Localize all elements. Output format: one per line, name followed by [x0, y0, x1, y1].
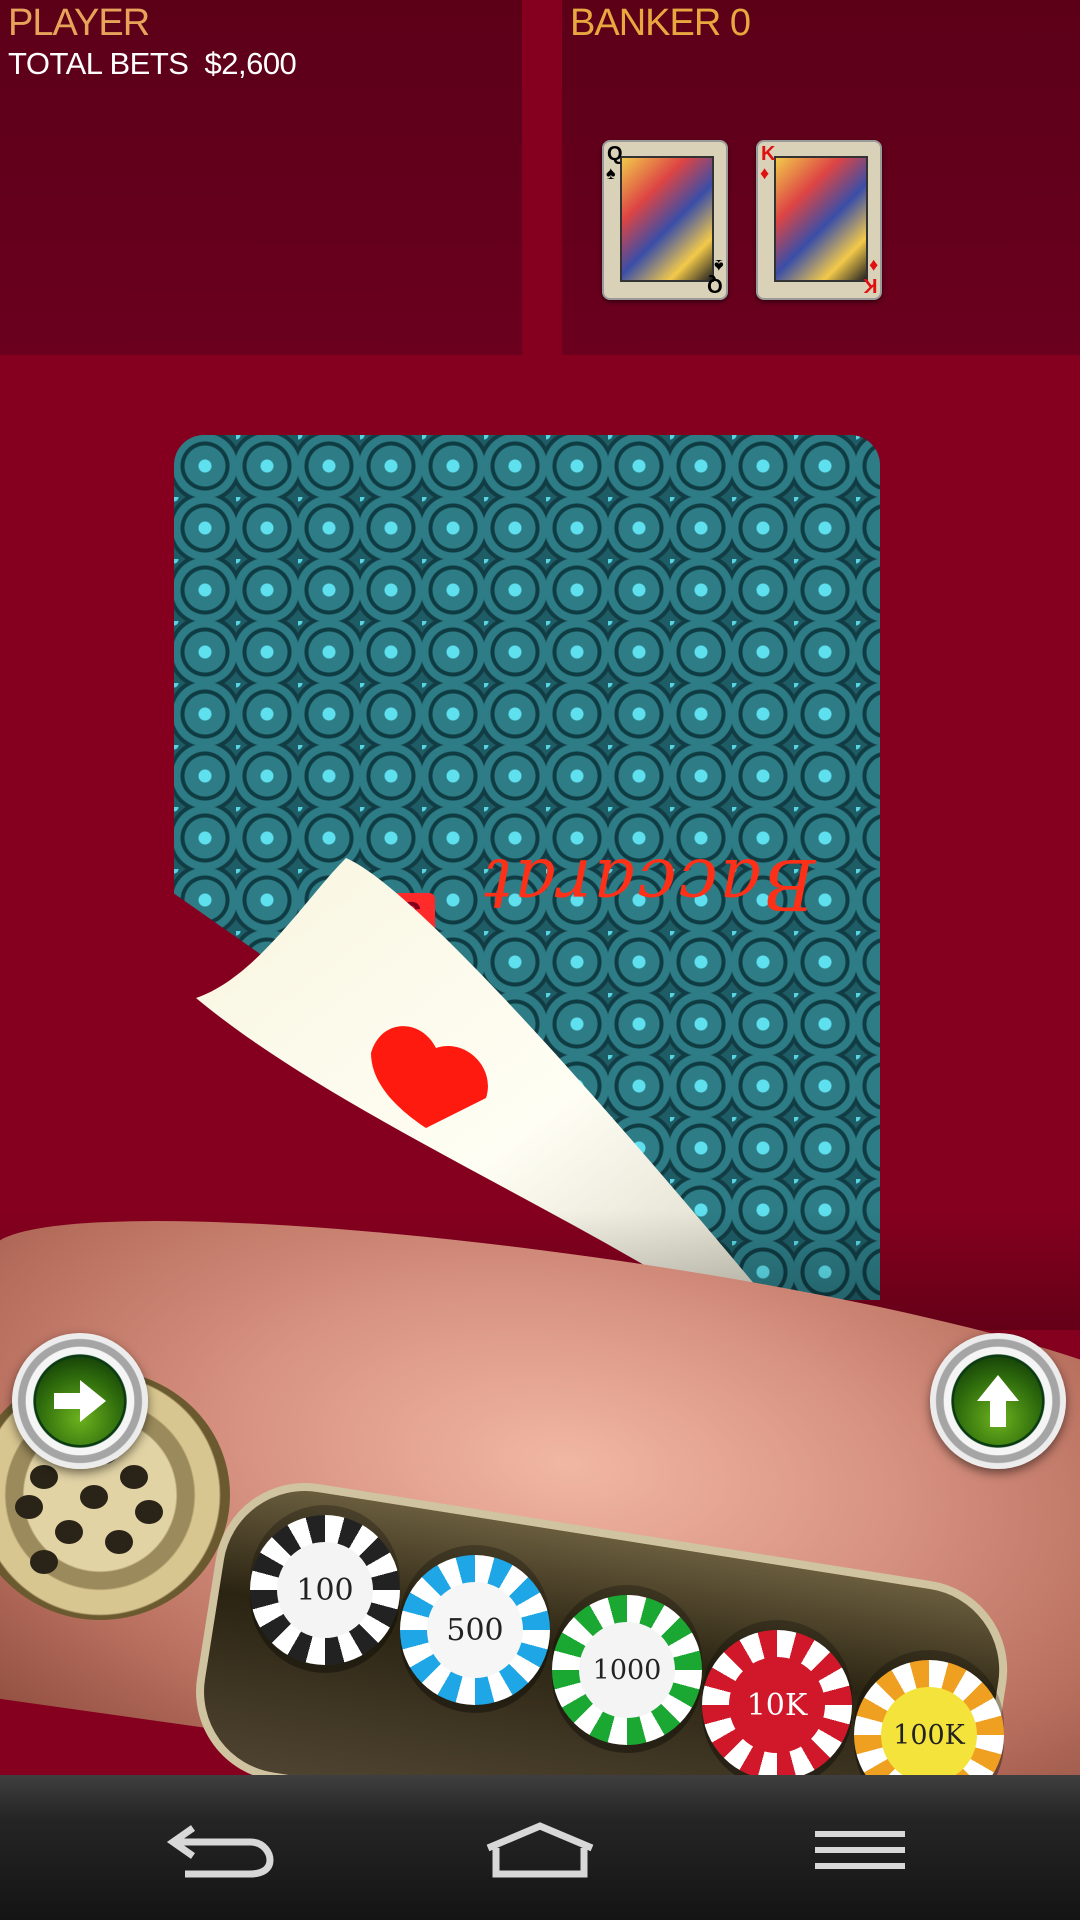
chip-label: 100	[277, 1542, 373, 1638]
diamond-icon: ♦	[868, 256, 878, 276]
nav-back-button[interactable]	[160, 1815, 280, 1885]
back-icon	[166, 1825, 274, 1878]
card-rank: K	[761, 143, 776, 165]
banker-card-king-diamonds: K ♦ K ♦	[756, 140, 882, 300]
card-face-art	[620, 156, 714, 282]
diamond-icon: ♦	[760, 163, 770, 183]
chip-label: 10K	[729, 1657, 825, 1753]
banker-title: BANKER 0	[570, 2, 751, 44]
deal-up-button[interactable]	[930, 1333, 1066, 1469]
total-bets-label: TOTAL BETS	[8, 46, 189, 81]
menu-icon	[815, 1831, 905, 1869]
card-face-art	[774, 156, 868, 282]
chip-10k[interactable]: 10K	[702, 1630, 852, 1780]
spade-icon: ♠	[606, 163, 616, 183]
player-panel: PLAYER TOTAL BETS $2,600	[0, 0, 522, 355]
card-rank: Q	[707, 274, 723, 296]
chip-100[interactable]: 100	[250, 1515, 400, 1665]
player-title: PLAYER	[8, 2, 150, 44]
card-rank: K	[862, 274, 877, 296]
chip-500[interactable]: 500	[400, 1555, 550, 1705]
total-bets: TOTAL BETS $2,600	[8, 46, 312, 82]
home-icon	[486, 1822, 594, 1878]
nav-menu-button[interactable]	[800, 1815, 920, 1885]
next-button[interactable]	[12, 1333, 148, 1469]
arrow-up-icon	[977, 1375, 1019, 1427]
chip-1000[interactable]: 1000	[552, 1595, 702, 1745]
banker-card-queen-spades: Q ♠ Q ♠	[602, 140, 728, 300]
nav-home-button[interactable]	[480, 1815, 600, 1885]
chip-label: 100K	[881, 1687, 977, 1783]
arrow-right-icon	[54, 1380, 106, 1422]
chip-label: 1000	[579, 1622, 675, 1718]
card-rank: Q	[607, 143, 623, 165]
chip-label: 500	[427, 1582, 523, 1678]
system-navbar	[0, 1775, 1080, 1920]
spade-icon: ♠	[714, 256, 724, 276]
total-bets-value: $2,600	[204, 46, 297, 81]
